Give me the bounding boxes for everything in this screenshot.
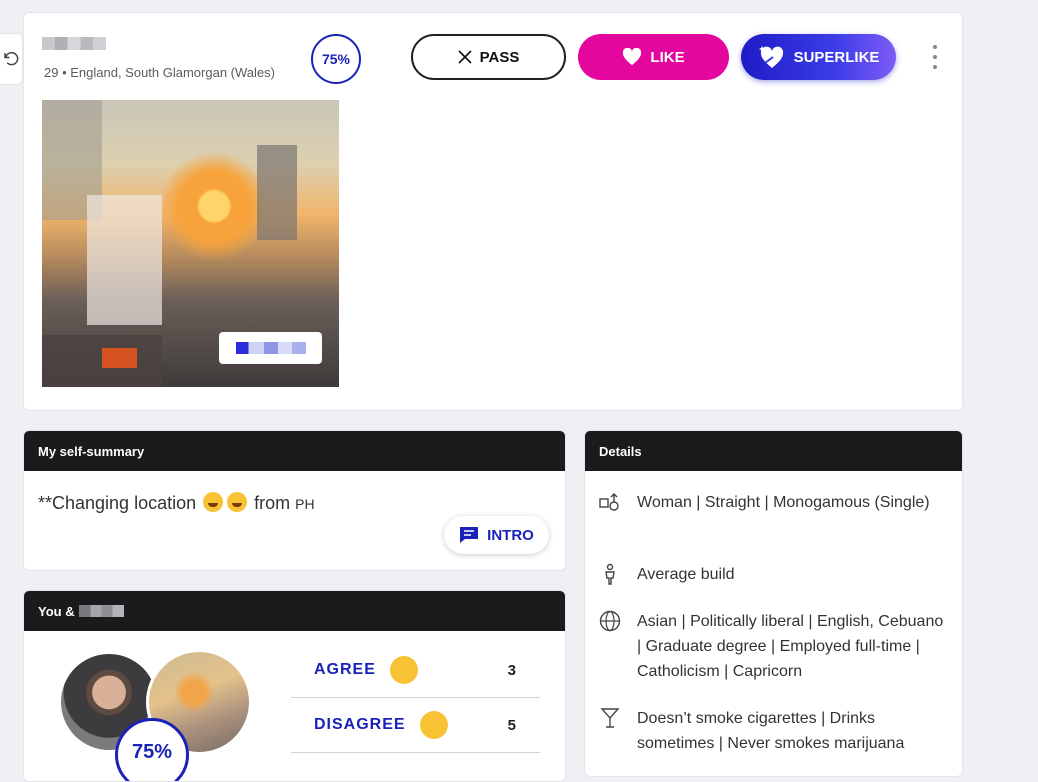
detail-text-build: Average build (637, 566, 735, 583)
pass-label: PASS (479, 48, 520, 66)
intro-label: INTRO (487, 526, 534, 544)
profile-name-redacted (42, 37, 106, 50)
compatibility-title-text: You & (38, 603, 75, 619)
detail-text-background: Asian | Politically liberal | English, C… (637, 613, 944, 680)
agree-label: AGREE (314, 661, 376, 678)
globe-icon (599, 610, 621, 632)
disagree-label: DISAGREE (314, 716, 406, 733)
pass-button[interactable]: PASS (411, 34, 566, 80)
detail-row-build: Average build (599, 562, 947, 587)
summary-text-from: from (254, 493, 291, 513)
like-button[interactable]: LIKE (578, 34, 729, 80)
undo-icon (4, 51, 19, 66)
self-summary-text: **Changing location from PH (38, 492, 315, 514)
body-icon (599, 563, 621, 585)
summary-text-suffix: PH (295, 496, 315, 512)
profile-photo[interactable] (42, 100, 339, 387)
agree-row[interactable]: AGREE 3 (291, 643, 540, 698)
superlike-button[interactable]: SUPERLIKE (741, 34, 896, 80)
compatibility-title: You & (24, 591, 565, 631)
grinning-sweat-emoji-icon (227, 492, 248, 512)
summary-text-start: **Changing location (38, 493, 197, 513)
chat-icon (460, 527, 479, 543)
detail-row-identity: Woman | Straight | Monogamous (Single) (599, 490, 947, 515)
heart-icon (623, 48, 642, 66)
detail-row-habits: Doesn’t smoke cigarettes | Drinks someti… (599, 706, 947, 756)
self-summary-panel: My self-summary **Changing location from… (23, 430, 566, 571)
compatibility-percent: 75% (115, 718, 189, 781)
smiling-emoji-icon (389, 656, 418, 684)
like-label: LIKE (650, 48, 685, 66)
upside-down-emoji-icon (419, 711, 448, 739)
close-icon (458, 50, 472, 64)
gender-icon (599, 491, 621, 513)
agree-count: 3 (507, 661, 516, 679)
match-name-redacted (78, 605, 124, 617)
match-percent-badge: 75% (311, 34, 361, 84)
undo-button[interactable] (0, 33, 23, 85)
profile-card: 29 • England, South Glamorgan (Wales) 75… (23, 12, 963, 411)
superlike-label: SUPERLIKE (793, 48, 880, 66)
disagree-count: 5 (507, 716, 516, 734)
superlike-heart-icon (758, 46, 783, 68)
grinning-sweat-emoji-icon (203, 492, 224, 512)
self-summary-title: My self-summary (24, 431, 565, 471)
intro-button[interactable]: INTRO (444, 516, 549, 554)
photo-tag-redacted (219, 332, 322, 364)
detail-text-identity: Woman | Straight | Monogamous (Single) (637, 494, 930, 511)
detail-text-habits: Doesn’t smoke cigarettes | Drinks someti… (637, 710, 905, 752)
detail-row-background: Asian | Politically liberal | English, C… (599, 609, 947, 684)
cocktail-icon (599, 707, 621, 729)
disagree-row[interactable]: DISAGREE 5 (291, 698, 540, 753)
profile-meta: 29 • England, South Glamorgan (Wales) (44, 65, 275, 80)
details-panel: Details Woman | Straight | Monogamous (S… (584, 430, 963, 777)
details-title: Details (585, 431, 962, 471)
more-options-icon[interactable] (929, 45, 941, 69)
compatibility-panel: You & 75% AGREE 3 DISAGREE 5 (23, 590, 566, 782)
